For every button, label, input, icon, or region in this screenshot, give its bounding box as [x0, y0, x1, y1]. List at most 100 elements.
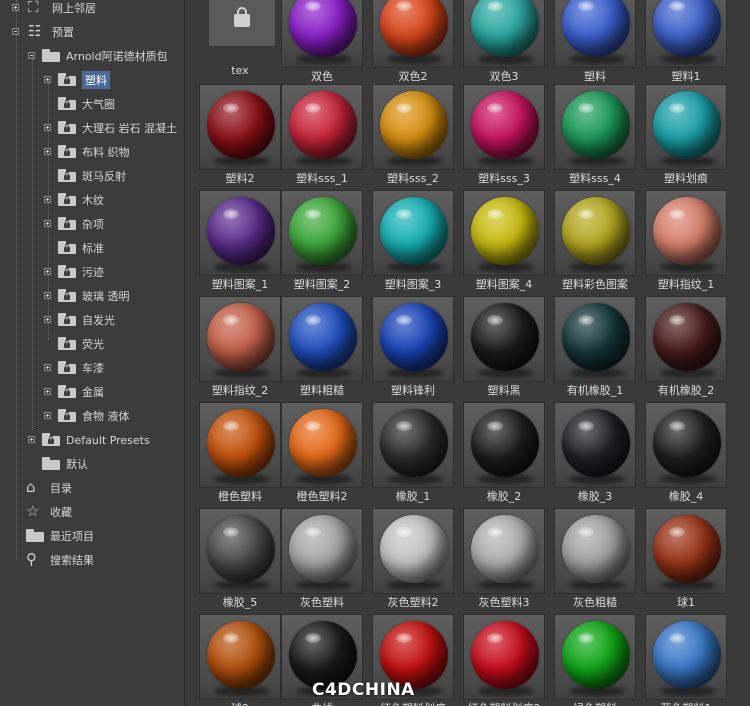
material-preview [372, 0, 454, 68]
material-sphere [471, 409, 539, 477]
material-name: 球1 [677, 596, 695, 609]
expand-icon[interactable] [44, 268, 51, 275]
expand-icon[interactable] [44, 316, 51, 323]
tree-item-1[interactable]: ☷ 预置 [0, 21, 184, 43]
preset-icon: ☷ [28, 22, 42, 40]
expand-icon[interactable] [44, 124, 51, 131]
tree-item-11[interactable]: 污迹 [0, 261, 184, 283]
material-name: 灰色塑料 [300, 596, 344, 609]
material-sphere [562, 91, 630, 159]
material-name: 灰色塑料2 [387, 596, 439, 609]
tree-item-13[interactable]: 自发光 [0, 309, 184, 331]
material-preview [463, 614, 545, 700]
expand-icon[interactable] [44, 196, 51, 203]
tree-item-21[interactable]: ☆ 收藏 [0, 501, 184, 523]
expand-icon[interactable] [28, 436, 35, 443]
material-sphere [562, 621, 630, 689]
material-sphere [289, 91, 357, 159]
tree-item-4[interactable]: 大气圈 [0, 93, 184, 115]
material-name: 塑料锋利 [391, 384, 435, 397]
tree-item-2[interactable]: Arnold阿诺德材质包 [0, 45, 184, 67]
collapse-icon[interactable] [28, 52, 35, 59]
expand-icon[interactable] [44, 292, 51, 299]
material-name: 塑料 [584, 70, 606, 83]
tree-item-label: 大气圈 [82, 98, 115, 111]
tree-item-18[interactable]: Default Presets [0, 429, 184, 451]
tree-item-label: 最近项目 [50, 530, 94, 543]
tree-item-16[interactable]: 金属 [0, 381, 184, 403]
expand-icon[interactable] [44, 364, 51, 371]
material-name: 灰色塑料3 [478, 596, 530, 609]
tree-item-label: 食物 液体 [82, 410, 130, 423]
tree-item-19[interactable]: 默认 [0, 453, 184, 475]
expand-icon[interactable] [44, 388, 51, 395]
material-sphere [380, 515, 448, 583]
material-preview [281, 0, 363, 68]
tree-item-9[interactable]: 杂项 [0, 213, 184, 235]
locked-folder-icon [58, 145, 76, 158]
material-name: 橡胶_3 [577, 490, 613, 503]
tree-item-15[interactable]: 车漆 [0, 357, 184, 379]
locked-texture-thumbnail [209, 0, 275, 46]
tree-item-12[interactable]: 玻璃 透明 [0, 285, 184, 307]
lock-icon [234, 7, 250, 27]
tree-item-label: 布料 织物 [82, 146, 130, 159]
material-preview [199, 508, 281, 594]
tree-item-14[interactable]: 荧光 [0, 333, 184, 355]
material-preview [463, 190, 545, 276]
tree-item-6[interactable]: 布料 织物 [0, 141, 184, 163]
material-name: 塑料黑 [487, 384, 521, 397]
material-preview [199, 614, 281, 700]
material-preview [463, 402, 545, 488]
tree-item-7[interactable]: 斑马反射 [0, 165, 184, 187]
material-name: 塑料sss_1 [296, 172, 348, 185]
tree-item-17[interactable]: 食物 液体 [0, 405, 184, 427]
material-name: 塑料指纹_2 [211, 384, 269, 397]
material-sphere [653, 515, 721, 583]
tree-item-5[interactable]: 大理石 岩石 混凝土 [0, 117, 184, 139]
expand-icon[interactable] [44, 220, 51, 227]
material-name: 红色塑料划痕 [368, 700, 458, 706]
material-preview [554, 0, 636, 68]
material-preview [645, 190, 727, 276]
material-sphere [380, 303, 448, 371]
material-preview [199, 190, 281, 276]
tree-item-label: 预置 [52, 26, 74, 39]
collapse-icon[interactable] [12, 28, 19, 35]
material-sphere [207, 621, 275, 689]
material-name: 塑料图案_2 [293, 278, 351, 291]
tree-item-22[interactable]: 最近项目 [0, 525, 184, 547]
material-preview [554, 84, 636, 170]
tree-item-3[interactable]: 塑料 [0, 69, 184, 91]
material-name: 塑料sss_4 [569, 172, 621, 185]
tree-item-label: 斑马反射 [82, 170, 126, 183]
material-sphere [562, 515, 630, 583]
locked-folder-icon [58, 193, 76, 206]
material-name: 橙色塑料2 [296, 490, 348, 503]
material-name: 塑料指纹_1 [657, 278, 715, 291]
tree-item-0[interactable]: ⛶ 网上邻居 [0, 0, 184, 19]
tree-item-20[interactable]: ⌂ 目录 [0, 477, 184, 499]
expand-icon[interactable] [44, 148, 51, 155]
expand-icon[interactable] [44, 76, 51, 83]
locked-folder-icon [58, 121, 76, 134]
tree-item-10[interactable]: 标准 [0, 237, 184, 259]
material-preview [281, 402, 363, 488]
tree-item-label: 大理石 岩石 混凝土 [82, 122, 177, 135]
folder-icon [26, 529, 44, 542]
material-name: 灰色粗糙 [573, 596, 617, 609]
tree-item-8[interactable]: 木纹 [0, 189, 184, 211]
material-name: 塑料彩色图案 [562, 278, 628, 291]
tree-item-23[interactable]: ⚲ 搜索结果 [0, 549, 184, 571]
material-preview [372, 296, 454, 382]
expand-icon[interactable] [44, 412, 51, 419]
material-name: 塑料粗糙 [300, 384, 344, 397]
material-preview [281, 190, 363, 276]
material-sphere [289, 621, 357, 689]
material-sphere [562, 197, 630, 265]
material-preview [645, 402, 727, 488]
material-name: 塑料划痕 [664, 172, 708, 185]
locked-folder-icon [58, 385, 76, 398]
expand-icon[interactable] [12, 4, 19, 11]
material-name: 塑料图案_4 [475, 278, 533, 291]
